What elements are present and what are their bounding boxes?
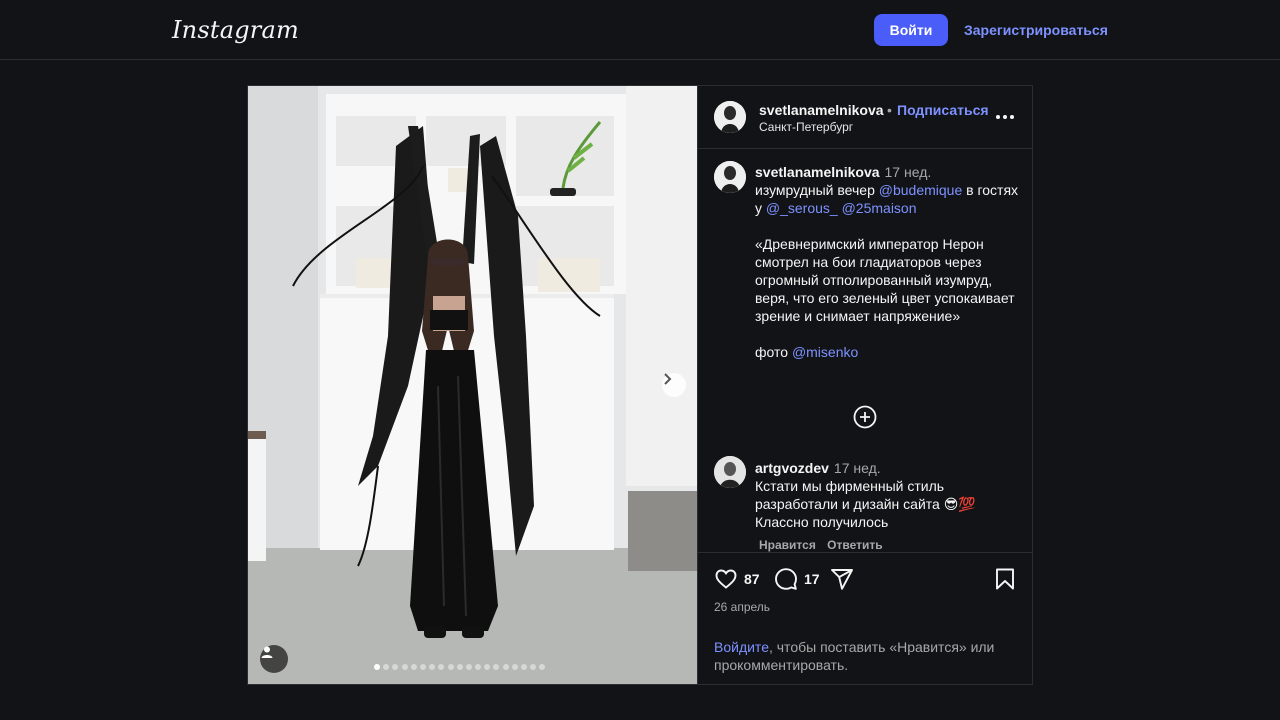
share-action [830, 567, 854, 591]
save-action [993, 567, 1017, 591]
carousel-dot [493, 664, 500, 670]
top-bar: Instagram Войти Зарегистрироваться [0, 0, 1280, 60]
mention-link[interactable]: @misenko [792, 344, 858, 360]
caption-time: 17 нед. [884, 164, 932, 180]
carousel-dot [521, 664, 527, 670]
carousel-dot [401, 664, 408, 670]
comment-text: Кстати мы фирменный стиль разработали и … [755, 478, 976, 530]
mention-link[interactable]: @25maison [842, 200, 917, 216]
carousel-dot [374, 664, 380, 670]
next-photo-button[interactable] [662, 373, 686, 397]
likes-count[interactable]: 87 [744, 571, 760, 587]
comment-actions: Нравится Ответить [759, 538, 891, 552]
post-photo[interactable] [248, 86, 697, 684]
post-side-panel: svetlanamelnikova • Подписаться Санкт-Пе… [697, 86, 1033, 684]
caption-text: изумрудный вечер [755, 182, 879, 198]
user-tag-icon [261, 646, 273, 658]
carousel-dot [511, 664, 518, 670]
more-dot [1010, 115, 1014, 119]
comment-like-button[interactable]: Нравится [759, 538, 816, 552]
post-location[interactable]: Санкт-Петербург [759, 120, 853, 134]
carousel-dot [419, 664, 426, 670]
carousel-indicator [374, 664, 546, 670]
more-dot [1003, 115, 1007, 119]
signup-link[interactable]: Зарегистрироваться [964, 22, 1108, 38]
comments-count[interactable]: 17 [804, 571, 820, 587]
plus-circle-icon[interactable] [853, 405, 877, 429]
carousel-dot [392, 664, 399, 670]
post-date[interactable]: 26 апрель [714, 600, 770, 614]
share-icon[interactable] [830, 567, 854, 591]
user-tags-button[interactable] [260, 645, 288, 673]
comments-list: svetlanamelnikova 17 нед. изумрудный вече… [698, 150, 1033, 552]
login-prompt: Войдите, чтобы поставить «Нравится» или … [714, 638, 1024, 674]
comment-action: 17 [774, 567, 820, 591]
chevron-right-icon [664, 373, 672, 385]
comment-icon[interactable] [774, 567, 798, 591]
carousel-dot [484, 664, 491, 670]
post-actions: 87 17 26 апрель Войдите, чтобы поставить… [698, 552, 1033, 684]
caption-avatar-image [714, 161, 746, 193]
author-username[interactable]: svetlanamelnikova [759, 102, 884, 118]
carousel-dot [456, 664, 463, 670]
carousel-dot [410, 664, 417, 670]
caption-quote: «Древнеримский император Нерон смотрел н… [755, 236, 1015, 324]
carousel-dot [438, 664, 445, 670]
heart-icon[interactable] [714, 567, 738, 591]
comment: artgvozdev 17 нед. Кстати мы фирменный ст… [755, 459, 1019, 531]
comment-username[interactable]: artgvozdev [755, 460, 829, 476]
carousel-dot [539, 664, 546, 670]
commenter-avatar-image [714, 456, 746, 488]
carousel-dot [429, 664, 436, 670]
caption-avatar[interactable] [714, 161, 746, 193]
like-action: 87 [714, 567, 760, 591]
comment-time: 17 нед. [833, 460, 881, 476]
commenter-avatar[interactable] [714, 456, 746, 488]
login-prompt-link[interactable]: Войдите [714, 639, 769, 655]
bookmark-icon[interactable] [993, 567, 1017, 591]
mention-link[interactable]: @budemique [879, 182, 963, 198]
mention-link[interactable]: @_serous_ [766, 200, 838, 216]
more-dot [996, 115, 1000, 119]
carousel-dot [465, 664, 472, 670]
author-avatar-image [714, 101, 746, 133]
author-avatar[interactable] [714, 101, 746, 133]
carousel-dot [475, 664, 482, 670]
caption-text: фото [755, 344, 792, 360]
caption: svetlanamelnikova 17 нед. изумрудный вече… [755, 163, 1019, 361]
carousel-dot [502, 664, 509, 670]
login-button[interactable]: Войти [874, 14, 948, 46]
post-header: svetlanamelnikova • Подписаться Санкт-Пе… [698, 86, 1033, 149]
carousel-dot [447, 664, 454, 670]
photo-illustration [248, 86, 697, 684]
caption-username[interactable]: svetlanamelnikova [755, 164, 880, 180]
follow-button[interactable]: Подписаться [897, 102, 989, 118]
comment-reply-button[interactable]: Ответить [827, 538, 882, 552]
instagram-logo[interactable]: Instagram [172, 16, 299, 44]
more-icon[interactable] [996, 115, 1016, 121]
post-container: svetlanamelnikova • Подписаться Санкт-Пе… [247, 85, 1033, 685]
header-separator: • [887, 102, 892, 118]
carousel-dot [383, 664, 390, 670]
carousel-dot [530, 664, 537, 670]
